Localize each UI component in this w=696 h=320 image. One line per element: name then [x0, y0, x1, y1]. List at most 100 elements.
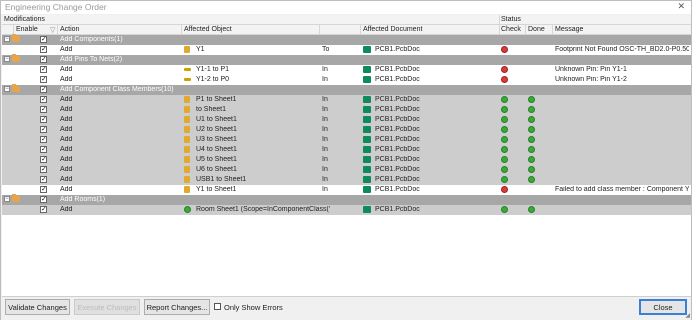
- table-row[interactable]: ✓ Add U4 to Sheet1 In PCB1.PcbDoc: [2, 145, 691, 155]
- table-row[interactable]: ✓ Add U3 to Sheet1 In PCB1.PcbDoc: [2, 135, 691, 145]
- check-ok-icon: [501, 126, 508, 133]
- enable-checkbox[interactable]: ✓: [40, 86, 47, 93]
- close-button[interactable]: Close: [639, 299, 687, 315]
- action-cell: Add: [60, 116, 73, 123]
- group-row[interactable]: − ✓ Add Components(1): [2, 34, 691, 45]
- only-show-errors-checkbox[interactable]: [214, 303, 221, 310]
- collapse-icon[interactable]: −: [4, 56, 10, 62]
- col-message[interactable]: Message: [555, 26, 583, 33]
- filter-icon[interactable]: ▽: [50, 26, 55, 34]
- report-changes-button[interactable]: Report Changes...: [144, 299, 210, 315]
- grid-group-header: Modifications Status: [2, 15, 691, 25]
- eco-dialog: Engineering Change Order ✕ Modifications…: [0, 0, 692, 320]
- enable-checkbox[interactable]: ✓: [40, 186, 47, 193]
- pcb-document-icon: [363, 76, 371, 83]
- col-action[interactable]: Action: [60, 26, 79, 33]
- done-ok-icon: [528, 126, 535, 133]
- action-cell: Add: [60, 146, 73, 153]
- done-ok-icon: [528, 136, 535, 143]
- only-show-errors-label[interactable]: Only Show Errors: [224, 303, 283, 312]
- affected-object-cell: to Sheet1: [196, 106, 226, 113]
- component-icon: [184, 136, 190, 143]
- resize-grip-icon[interactable]: ◢: [685, 312, 690, 319]
- table-row[interactable]: ✓ Add Y1-1 to P1 In PCB1.PcbDoc Unknown Pin: …: [2, 65, 691, 75]
- col-check[interactable]: Check: [501, 26, 521, 33]
- col-divider: [319, 25, 320, 35]
- table-row[interactable]: ✓ Add Y1 To PCB1.PcbDoc Footprint Not Found O…: [2, 45, 691, 55]
- enable-checkbox[interactable]: ✓: [40, 176, 47, 183]
- enable-checkbox[interactable]: ✓: [40, 106, 47, 113]
- affected-document-cell: PCB1.PcbDoc: [375, 136, 420, 143]
- table-row[interactable]: ✓ Add USB1 to Sheet1 In PCB1.PcbDoc: [2, 175, 691, 185]
- enable-checkbox[interactable]: ✓: [40, 96, 47, 103]
- table-row[interactable]: ✓ Add Room Sheet1 (Scope=InComponentClass(…: [2, 205, 691, 215]
- direction-cell: In: [322, 116, 328, 123]
- collapse-icon[interactable]: −: [4, 36, 10, 42]
- component-icon: [184, 126, 190, 133]
- action-cell: Add: [60, 66, 73, 73]
- col-done[interactable]: Done: [528, 26, 545, 33]
- enable-checkbox[interactable]: ✓: [40, 56, 47, 63]
- enable-checkbox[interactable]: ✓: [40, 46, 47, 53]
- enable-checkbox[interactable]: ✓: [40, 206, 47, 213]
- grid-column-header: Enable ▽ Action Affected Object Affected…: [2, 25, 691, 35]
- title-bar: Engineering Change Order ✕: [1, 1, 691, 14]
- affected-object-cell: Y1-2 to P0: [196, 76, 230, 83]
- enable-checkbox[interactable]: ✓: [40, 196, 47, 203]
- table-row[interactable]: ✓ Add U2 to Sheet1 In PCB1.PcbDoc: [2, 125, 691, 135]
- affected-object-cell: Room Sheet1 (Scope=InComponentClass('She…: [196, 206, 330, 213]
- close-icon[interactable]: ✕: [677, 1, 685, 12]
- action-cell: Add: [60, 176, 73, 183]
- table-row[interactable]: ✓ Add U1 to Sheet1 In PCB1.PcbDoc: [2, 115, 691, 125]
- enable-checkbox[interactable]: ✓: [40, 116, 47, 123]
- message-cell: Unknown Pin: Pin Y1-2: [555, 76, 627, 83]
- table-row[interactable]: ✓ Add U5 to Sheet1 In PCB1.PcbDoc: [2, 155, 691, 165]
- enable-checkbox[interactable]: ✓: [40, 66, 47, 73]
- col-affected-document[interactable]: Affected Document: [363, 26, 422, 33]
- done-ok-icon: [528, 176, 535, 183]
- group-row[interactable]: − ✓ Add Component Class Members(10): [2, 84, 691, 95]
- execute-changes-button: Execute Changes: [74, 299, 140, 315]
- enable-checkbox[interactable]: ✓: [40, 156, 47, 163]
- table-row[interactable]: ✓ Add to Sheet1 In PCB1.PcbDoc: [2, 105, 691, 115]
- col-enable[interactable]: Enable: [16, 26, 38, 33]
- table-row[interactable]: ✓ Add Y1-2 to P0 In PCB1.PcbDoc Unknown Pin: …: [2, 75, 691, 85]
- direction-cell: In: [322, 66, 328, 73]
- enable-checkbox[interactable]: ✓: [40, 136, 47, 143]
- table-row[interactable]: ✓ Add U6 to Sheet1 In PCB1.PcbDoc: [2, 165, 691, 175]
- enable-checkbox[interactable]: ✓: [40, 166, 47, 173]
- button-bar: Validate Changes Execute Changes Report …: [1, 298, 691, 320]
- enable-checkbox[interactable]: ✓: [40, 146, 47, 153]
- direction-cell: In: [322, 136, 328, 143]
- pcb-document-icon: [363, 46, 371, 53]
- col-divider: [57, 25, 58, 35]
- validate-changes-button[interactable]: Validate Changes: [5, 299, 70, 315]
- enable-checkbox[interactable]: ✓: [40, 76, 47, 83]
- enable-checkbox[interactable]: ✓: [40, 36, 47, 43]
- group-row[interactable]: − ✓ Add Rooms(1): [2, 194, 691, 205]
- group-label: Add Components(1): [60, 36, 123, 43]
- group-label: Add Component Class Members(10): [60, 86, 174, 93]
- collapse-icon[interactable]: −: [4, 196, 10, 202]
- modifications-group-label: Modifications: [4, 16, 45, 23]
- enable-checkbox[interactable]: ✓: [40, 126, 47, 133]
- check-ok-icon: [501, 206, 508, 213]
- action-cell: Add: [60, 156, 73, 163]
- group-label: Add Pins To Nets(2): [60, 56, 123, 63]
- table-row[interactable]: ✓ Add Y1 to Sheet1 In PCB1.PcbDoc Failed to a…: [2, 185, 691, 195]
- direction-cell: In: [322, 76, 328, 83]
- table-row[interactable]: ✓ Add P1 to Sheet1 In PCB1.PcbDoc: [2, 95, 691, 105]
- affected-document-cell: PCB1.PcbDoc: [375, 66, 420, 73]
- direction-cell: In: [322, 186, 328, 193]
- affected-object-cell: U4 to Sheet1: [196, 146, 237, 153]
- component-icon: [184, 96, 190, 103]
- collapse-icon[interactable]: −: [4, 86, 10, 92]
- folder-icon: [12, 54, 20, 62]
- affected-object-cell: Y1 to Sheet1: [196, 186, 237, 193]
- pin-icon: [184, 78, 191, 81]
- status-group-label: Status: [501, 16, 521, 23]
- col-affected-object[interactable]: Affected Object: [184, 26, 232, 33]
- group-row[interactable]: − ✓ Add Pins To Nets(2): [2, 54, 691, 65]
- check-error-icon: [501, 66, 508, 73]
- affected-object-cell: U2 to Sheet1: [196, 126, 237, 133]
